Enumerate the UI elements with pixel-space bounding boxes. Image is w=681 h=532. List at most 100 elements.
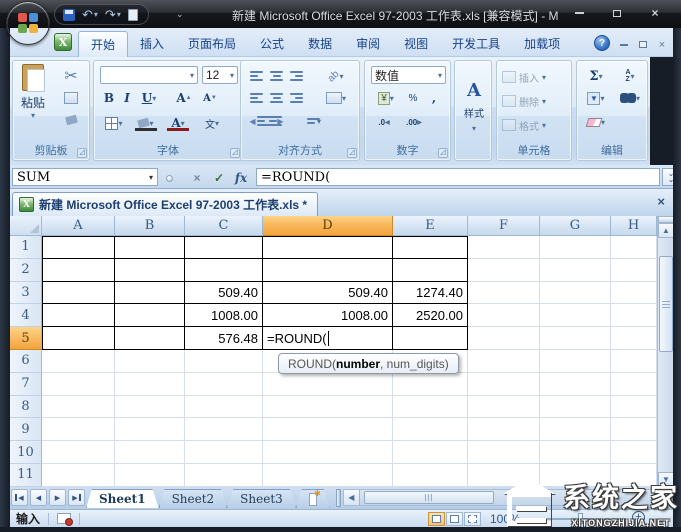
cell-C3[interactable]: 509.40 <box>185 281 263 305</box>
align-right-button[interactable] <box>287 89 306 107</box>
cell-H7[interactable] <box>611 372 657 396</box>
row-header-1[interactable]: 1 <box>10 236 42 259</box>
tab-review[interactable]: 审阅 <box>344 31 392 57</box>
sort-filter-button[interactable]: A Z ▾ <box>615 67 645 85</box>
cell-F2[interactable] <box>468 258 540 282</box>
cell-E7[interactable] <box>393 372 468 396</box>
cell-B3[interactable] <box>115 281 185 305</box>
font-name-combo[interactable]: ▾ <box>100 66 198 84</box>
align-center-button[interactable] <box>267 89 286 107</box>
row-header-9[interactable]: 9 <box>10 418 42 442</box>
cell-C5[interactable]: 576.48 <box>185 327 263 350</box>
phonetic-guide-button[interactable]: 文 ▾ <box>196 113 228 133</box>
align-top-button[interactable] <box>247 67 266 85</box>
column-header-B[interactable]: B <box>115 216 185 236</box>
cell-A1[interactable] <box>42 236 115 259</box>
cell-F6[interactable] <box>468 349 540 373</box>
undo-icon[interactable]: ↶ ▾ <box>82 8 98 21</box>
cell-E5[interactable] <box>393 327 468 350</box>
row-header-4[interactable]: 4 <box>10 304 42 328</box>
row-header-7[interactable]: 7 <box>10 372 42 396</box>
clear-button[interactable]: ▾ <box>581 113 611 131</box>
vertical-split-handle[interactable] <box>658 216 674 223</box>
cell-A4[interactable] <box>42 304 115 328</box>
cell-D11[interactable] <box>263 463 393 487</box>
cell-G9[interactable] <box>540 418 611 442</box>
cell-C1[interactable] <box>185 236 263 259</box>
cell-D4[interactable]: 1008.00 <box>263 304 393 328</box>
cell-D5[interactable]: =ROUND( <box>263 327 393 350</box>
cell-B7[interactable] <box>115 372 185 396</box>
cell-A3[interactable] <box>42 281 115 305</box>
number-dialog-launcher[interactable]: ◿ <box>438 148 448 158</box>
cell-E9[interactable] <box>393 418 468 442</box>
scroll-up-icon[interactable]: ▲ <box>658 223 674 238</box>
tab-data[interactable]: 数据 <box>296 31 344 57</box>
last-sheet-icon[interactable]: ▶ <box>68 489 85 506</box>
cell-D8[interactable] <box>263 395 393 419</box>
document-close-icon[interactable]: × <box>657 194 665 209</box>
number-format-combo[interactable]: 数值 ▾ <box>371 66 446 84</box>
insert-cells-button[interactable]: 插入 ▾ <box>501 67 569 87</box>
cell-H10[interactable] <box>611 441 657 464</box>
cell-E8[interactable] <box>393 395 468 419</box>
row-header-6[interactable]: 6 <box>10 349 42 373</box>
workbook-close-button[interactable]: × <box>654 38 670 51</box>
cell-B2[interactable] <box>115 258 185 282</box>
tab-page-layout[interactable]: 页面布局 <box>176 31 248 57</box>
workbook-restore-button[interactable] <box>635 38 651 51</box>
tab-formulas[interactable]: 公式 <box>248 31 296 57</box>
cell-B5[interactable] <box>115 327 185 350</box>
row-header-10[interactable]: 10 <box>10 441 42 464</box>
horizontal-scroll-thumb[interactable] <box>363 491 494 504</box>
cell-F1[interactable] <box>468 236 540 259</box>
increase-decimal-icon[interactable]: .0 ◀ <box>371 113 397 131</box>
format-painter-icon[interactable] <box>61 111 81 129</box>
row-header-8[interactable]: 8 <box>10 395 42 419</box>
delete-cells-button[interactable]: 删除 ▾ <box>501 91 569 111</box>
cell-F10[interactable] <box>468 441 540 464</box>
cell-H6[interactable] <box>611 349 657 373</box>
record-macro-icon[interactable] <box>57 513 74 526</box>
workbook-minimize-button[interactable] <box>616 38 632 51</box>
cell-G2[interactable] <box>540 258 611 282</box>
cell-E1[interactable] <box>393 236 468 259</box>
help-icon[interactable]: ? <box>594 35 610 51</box>
bold-button[interactable]: B <box>100 89 118 107</box>
cell-G3[interactable] <box>540 281 611 305</box>
cell-E3[interactable]: 1274.40 <box>393 281 468 305</box>
column-header-A[interactable]: A <box>42 216 115 236</box>
column-header-E[interactable]: E <box>393 216 468 236</box>
document-tab[interactable]: X 新建 Microsoft Office Excel 97-2003 工作表.… <box>12 192 319 216</box>
minimize-button[interactable] <box>566 5 592 21</box>
cell-F7[interactable] <box>468 372 540 396</box>
currency-format-icon[interactable]: ¥ ▾ <box>371 89 401 107</box>
decrease-indent-icon[interactable]: ◀ <box>247 112 270 130</box>
cell-A2[interactable] <box>42 258 115 282</box>
office-button[interactable] <box>6 1 50 45</box>
cell-C8[interactable] <box>185 395 263 419</box>
cell-B8[interactable] <box>115 395 185 419</box>
redo-icon[interactable]: ↷ ▾ <box>105 8 121 21</box>
save-icon[interactable] <box>63 8 75 21</box>
column-header-F[interactable]: F <box>468 216 540 236</box>
orientation-button[interactable]: ab ▾ <box>319 67 353 85</box>
cancel-formula-icon[interactable]: × <box>188 169 206 186</box>
cell-A11[interactable] <box>42 463 115 487</box>
find-select-button[interactable]: ▾ <box>615 89 645 107</box>
cell-D10[interactable] <box>263 441 393 464</box>
cell-G10[interactable] <box>540 441 611 464</box>
font-size-combo[interactable]: 12 ▾ <box>202 66 238 84</box>
print-preview-icon[interactable] <box>127 8 138 21</box>
sheet-tab-sheet1[interactable]: Sheet1 <box>86 489 159 508</box>
cell-D9[interactable] <box>263 418 393 442</box>
vertical-scrollbar[interactable]: ▲ ▼ <box>657 216 674 487</box>
align-bottom-button[interactable] <box>287 67 306 85</box>
merge-center-button[interactable]: ▾ <box>319 89 353 107</box>
align-left-button[interactable] <box>247 89 266 107</box>
cell-G4[interactable] <box>540 304 611 328</box>
vertical-scroll-thumb[interactable] <box>659 256 673 352</box>
cell-E10[interactable] <box>393 441 468 464</box>
cell-E4[interactable]: 2520.00 <box>393 304 468 328</box>
cell-D1[interactable] <box>263 236 393 259</box>
